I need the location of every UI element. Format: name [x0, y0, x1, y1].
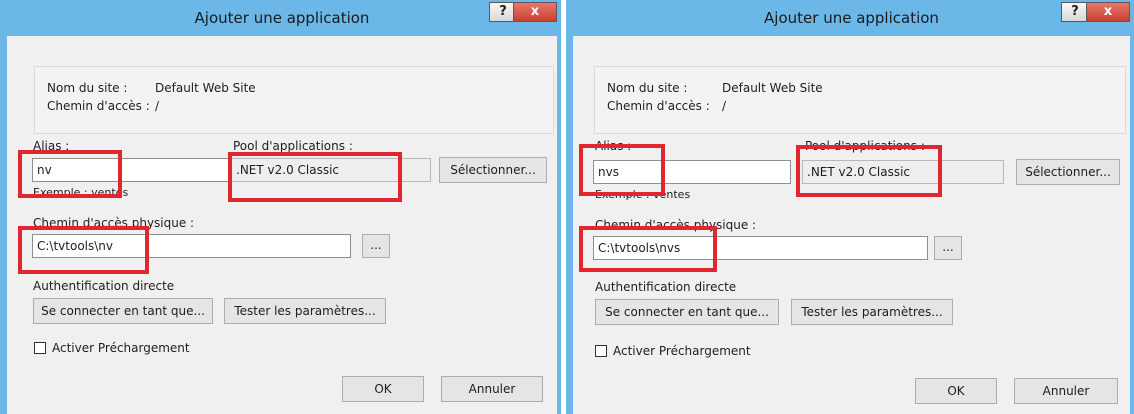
- close-button[interactable]: x: [1086, 2, 1130, 22]
- cancel-button[interactable]: Annuler: [1014, 378, 1118, 404]
- alias-label: Alias :: [33, 139, 70, 153]
- site-info-box: Nom du site : Default Web Site Chemin d'…: [34, 66, 554, 134]
- alias-example: Exemple : ventes: [595, 188, 691, 201]
- add-application-dialog-right: Ajouter une application ? x Nom du site …: [566, 0, 1134, 414]
- site-name-value: Default Web Site: [722, 81, 823, 95]
- pool-label: Pool d'applications :: [233, 139, 353, 153]
- physical-path-input[interactable]: C:\tvtools\nvs: [593, 236, 928, 260]
- browse-button[interactable]: ...: [362, 234, 390, 258]
- add-application-dialog-left: Ajouter une application ? x Nom du site …: [0, 0, 561, 414]
- preload-checkbox[interactable]: [595, 345, 607, 357]
- pass-through-label: Authentification directe: [33, 279, 175, 293]
- dialog-title: Ajouter une application: [764, 9, 939, 27]
- ok-button[interactable]: OK: [915, 378, 997, 404]
- pool-label: Pool d'applications :: [805, 139, 925, 153]
- pass-through-label: Authentification directe: [595, 280, 737, 294]
- preload-label: Activer Préchargement: [52, 341, 190, 355]
- close-button[interactable]: x: [513, 2, 557, 22]
- help-button[interactable]: ?: [1061, 2, 1089, 22]
- path-value: /: [155, 99, 160, 113]
- site-info-box: Nom du site : Default Web Site Chemin d'…: [594, 66, 1126, 134]
- select-pool-button[interactable]: Sélectionner...: [1016, 159, 1120, 185]
- site-name-label: Nom du site :: [47, 81, 128, 95]
- alias-label: Alias :: [595, 139, 632, 153]
- alias-example: Exemple : ventes: [33, 186, 129, 199]
- ok-button[interactable]: OK: [342, 376, 424, 402]
- preload-label: Activer Préchargement: [613, 344, 751, 358]
- app-pool-field: .NET v2.0 Classic: [231, 158, 431, 182]
- test-settings-button[interactable]: Tester les paramètres...: [791, 299, 953, 325]
- browse-button[interactable]: ...: [934, 236, 962, 260]
- connect-as-button[interactable]: Se connecter en tant que...: [595, 299, 779, 325]
- site-name-value: Default Web Site: [155, 81, 256, 95]
- alias-input[interactable]: nvs: [593, 160, 791, 184]
- select-pool-button[interactable]: Sélectionner...: [439, 157, 547, 183]
- site-name-label: Nom du site :: [607, 81, 688, 95]
- physical-path-label: Chemin d'accès physique :: [595, 218, 757, 232]
- alias-input[interactable]: nv: [32, 158, 229, 182]
- physical-path-label: Chemin d'accès physique :: [33, 216, 195, 230]
- path-value: /: [722, 99, 727, 113]
- app-pool-field: .NET v2.0 Classic: [802, 160, 1004, 184]
- title-bar[interactable]: Ajouter une application ? x: [573, 0, 1130, 36]
- dialog-title: Ajouter une application: [194, 9, 370, 27]
- preload-checkbox[interactable]: [34, 342, 46, 354]
- physical-path-input[interactable]: C:\tvtools\nv: [32, 234, 351, 258]
- path-label: Chemin d'accès :: [47, 99, 150, 113]
- title-bar[interactable]: Ajouter une application ? x: [7, 0, 557, 36]
- cancel-button[interactable]: Annuler: [441, 376, 543, 402]
- test-settings-button[interactable]: Tester les paramètres...: [224, 298, 386, 324]
- path-label: Chemin d'accès :: [607, 99, 710, 113]
- connect-as-button[interactable]: Se connecter en tant que...: [33, 298, 213, 324]
